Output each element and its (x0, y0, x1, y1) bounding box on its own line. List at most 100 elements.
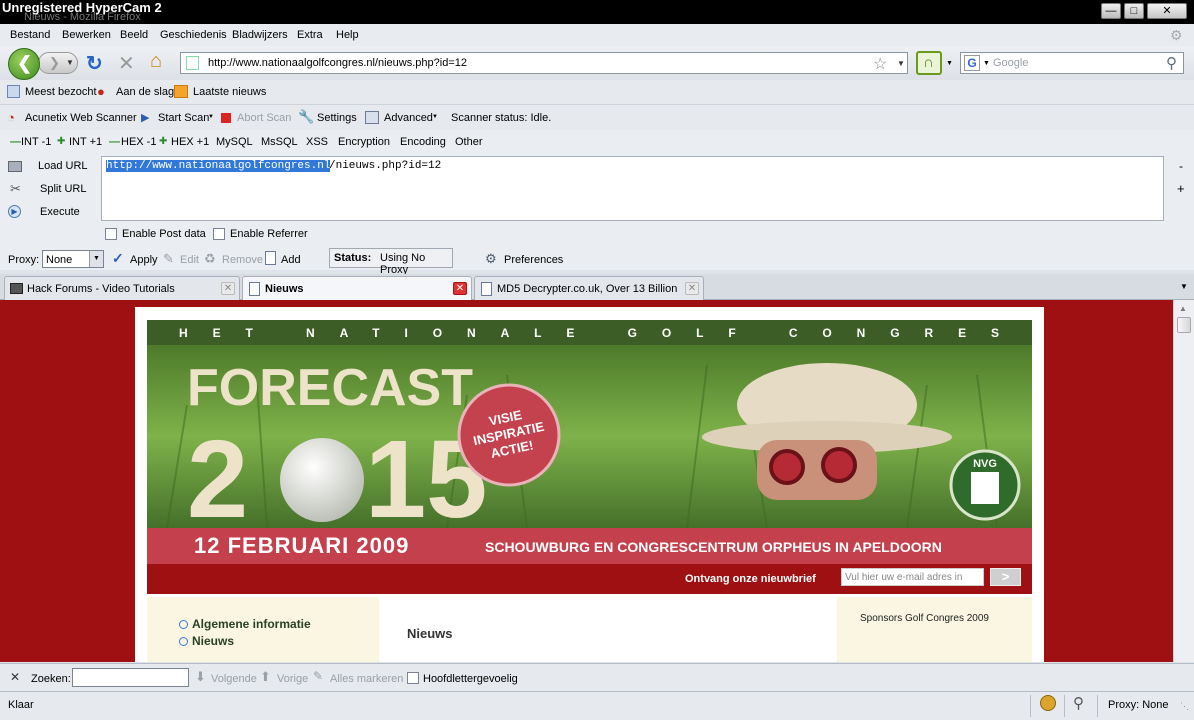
start-scan-dropdown-icon[interactable]: ▼ (208, 114, 214, 120)
settings-button[interactable]: Settings (317, 112, 357, 124)
forward-button[interactable]: ❯ ▼ (38, 52, 78, 74)
menu-help[interactable]: Help (336, 29, 359, 41)
nav-link-algemene-informatie[interactable]: Algemene informatie (192, 617, 311, 631)
menu-beeld[interactable]: Beeld (120, 29, 148, 41)
hex-minus-button[interactable]: HEX -1 (121, 136, 156, 148)
address-bar[interactable]: http://www.nationaalgolfcongres.nl/nieuw… (180, 52, 908, 74)
advanced-button[interactable]: Advanced (384, 112, 433, 124)
apply-button[interactable]: Apply (130, 254, 158, 266)
close-tab-icon[interactable]: ✕ (221, 282, 235, 295)
resize-grip-icon[interactable]: ⋱ (1180, 701, 1189, 712)
newsletter-submit-button[interactable]: > (990, 568, 1021, 586)
encoding-menu[interactable]: Encoding (400, 136, 446, 148)
find-prev-button[interactable]: Vorige (277, 673, 308, 685)
shrink-button[interactable]: - (1179, 159, 1183, 173)
add-button[interactable]: Add (281, 254, 301, 266)
home-icon[interactable]: ⌂ (150, 50, 162, 73)
nav-link-nieuws[interactable]: Nieuws (192, 634, 234, 648)
proxy-select-value: None (46, 254, 73, 266)
stop-icon[interactable]: ✕ (118, 51, 135, 76)
enable-referrer-checkbox[interactable] (213, 228, 225, 240)
lock-icon[interactable]: ⚲ (1073, 694, 1084, 712)
other-menu[interactable]: Other (455, 136, 483, 148)
newsletter-email-input[interactable]: Vul hier uw e-mail adres in (841, 568, 984, 586)
find-next-button[interactable]: Volgende (211, 673, 257, 685)
bookmark-laatste-nieuws[interactable]: Laatste nieuws (193, 86, 266, 98)
event-venue: SCHOUWBURG EN CONGRESCENTRUM ORPHEUS IN … (485, 539, 942, 555)
newsletter-bar: Ontvang onze nieuwbrief Vul hier uw e-ma… (147, 564, 1032, 594)
highlight-all-button[interactable]: Alles markeren (330, 673, 403, 685)
advanced-dropdown-icon[interactable]: ▼ (432, 114, 438, 120)
expand-button[interactable]: + (1177, 181, 1185, 196)
scrollbar-thumb[interactable] (1177, 317, 1191, 333)
reload-icon[interactable]: ↻ (86, 51, 103, 76)
search-icon[interactable]: ⚲ (1166, 54, 1177, 72)
hex-plus-button[interactable]: HEX +1 (171, 136, 209, 148)
addon-dropdown-icon[interactable]: ▼ (946, 60, 953, 67)
golf-ball-icon (280, 438, 364, 522)
int-minus-button[interactable]: INT -1 (21, 136, 51, 148)
search-box[interactable]: G ▼ Google ⚲ (960, 52, 1184, 74)
minus-icon: — (109, 136, 120, 148)
preferences-button[interactable]: Preferences (504, 254, 563, 266)
menu-bladwijzers[interactable]: Bladwijzers (232, 29, 288, 41)
addon-status-icon[interactable] (1040, 695, 1056, 711)
tab-md5-decrypter[interactable]: MD5 Decrypter.co.uk, Over 13 Billion D..… (474, 276, 704, 300)
execute-button[interactable]: Execute (40, 206, 80, 218)
find-input[interactable] (72, 668, 189, 687)
google-engine-icon[interactable]: G (964, 55, 980, 71)
xss-menu[interactable]: XSS (306, 136, 328, 148)
mysql-menu[interactable]: MySQL (216, 136, 253, 148)
arrow-up-icon: ⬆ (260, 669, 271, 684)
site-sponsors-column: Sponsors Golf Congres 2009 (837, 597, 1032, 662)
menu-extra[interactable]: Extra (297, 29, 323, 41)
enable-referrer-label: Enable Referrer (230, 228, 308, 240)
maximize-button[interactable]: □ (1124, 3, 1144, 19)
menu-bewerken[interactable]: Bewerken (62, 29, 111, 41)
tab-hack-forums[interactable]: Hack Forums - Video Tutorials ✕ (4, 276, 240, 300)
firefox-icon: ● (97, 84, 105, 99)
plus-icon: ✚ (159, 136, 168, 147)
scroll-up-icon[interactable]: ▲ (1179, 304, 1187, 313)
close-find-icon[interactable]: ✕ (10, 670, 20, 684)
engine-dropdown-icon[interactable]: ▼ (983, 60, 990, 67)
bookmark-meest-bezocht[interactable]: Meest bezocht (25, 86, 97, 98)
url-rest-text: /nieuws.php?id=12 (329, 160, 442, 172)
menu-geschiedenis[interactable]: Geschiedenis (160, 29, 227, 41)
match-case-checkbox[interactable] (407, 672, 419, 684)
hackbar-url-textarea[interactable]: http://www.nationaalgolfcongres.nl /nieu… (101, 156, 1164, 221)
rss-icon (174, 85, 188, 98)
url-dropdown-icon[interactable]: ▼ (897, 59, 905, 68)
close-button[interactable]: ✕ (1147, 3, 1187, 19)
sponsors-heading: Sponsors Golf Congres 2009 (860, 613, 989, 624)
abort-scan-button[interactable]: Abort Scan (237, 112, 291, 124)
int-plus-button[interactable]: INT +1 (69, 136, 102, 148)
menu-bestand[interactable]: Bestand (10, 29, 50, 41)
close-tab-icon[interactable]: ✕ (685, 282, 699, 295)
tab-bar: Hack Forums - Video Tutorials ✕ Nieuws ✕… (0, 274, 1194, 301)
back-button[interactable]: ❮ (8, 48, 40, 80)
close-tab-icon[interactable]: ✕ (453, 282, 467, 295)
scanner-name[interactable]: Acunetix Web Scanner (25, 112, 137, 124)
start-scan-button[interactable]: Start Scan (158, 112, 209, 124)
addon-icon[interactable]: ∩ (916, 51, 942, 75)
edit-button[interactable]: Edit (180, 254, 199, 266)
url-text[interactable]: http://www.nationaalgolfcongres.nl/nieuw… (208, 57, 467, 69)
split-url-button[interactable]: Split URL (40, 183, 86, 195)
remove-button[interactable]: Remove (222, 254, 263, 266)
history-dropdown-icon[interactable]: ▼ (66, 58, 74, 67)
url-selected-text: http://www.nationaalgolfcongres.nl (106, 160, 331, 172)
mssql-menu[interactable]: MsSQL (261, 136, 298, 148)
proxy-select[interactable]: None ▼ (42, 250, 104, 268)
tab-list-icon[interactable]: ▼ (1180, 282, 1188, 291)
check-icon: ✓ (112, 250, 124, 266)
enable-post-checkbox[interactable] (105, 228, 117, 240)
load-url-button[interactable]: Load URL (38, 160, 88, 172)
scanner-status: Scanner status: Idle. (451, 112, 552, 124)
tab-nieuws[interactable]: Nieuws ✕ (242, 276, 472, 301)
bookmark-aan-de-slag[interactable]: Aan de slag (116, 86, 174, 98)
minimize-button[interactable]: — (1101, 3, 1121, 19)
encryption-menu[interactable]: Encryption (338, 136, 390, 148)
vertical-scrollbar[interactable]: ▲ (1173, 300, 1194, 662)
bookmark-star-icon[interactable]: ☆ (873, 54, 887, 74)
